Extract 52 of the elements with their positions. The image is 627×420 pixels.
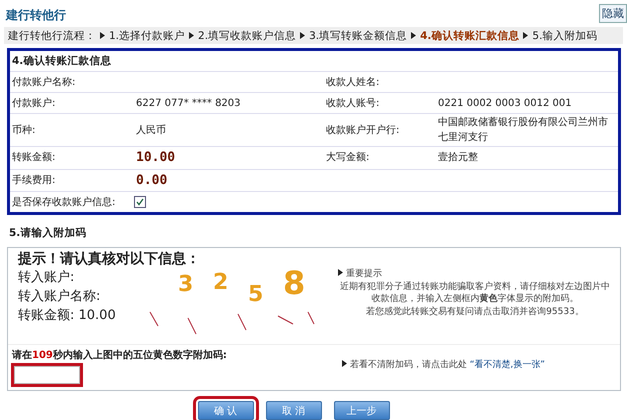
field-label: 付款账户: (11, 96, 56, 110)
captcha-heading: 提示！请认真核对以下信息： (18, 250, 200, 268)
field-label: 收款人姓名: (325, 76, 380, 90)
code-prompt: 请在109秒内输入上图中的五位黄色数字附加码: (12, 350, 227, 361)
step-item: 3.填写转账金额信息 (309, 28, 408, 43)
captcha-line: 转入账户: (18, 269, 74, 287)
section-title: 4.确认转账汇款信息 (11, 54, 112, 69)
section-title: 5.请输入附加码 (8, 226, 88, 241)
field-label: 币种: (11, 124, 36, 138)
field-label: 大写金额: (325, 150, 370, 166)
field-value: 0221 0002 0003 0012 001 (437, 96, 573, 110)
field-label: 转账金额: (11, 150, 56, 166)
field-value: 6227 077* **** 8203 (135, 96, 242, 110)
field-value: 中国邮政储蓄银行股份有限公司兰州市七里河支行 (437, 116, 609, 145)
notice-title: 重要提示 (346, 269, 382, 279)
arrow-icon (100, 32, 105, 40)
steps-label: 建行转他行流程： (8, 28, 96, 43)
step-item: 5.输入附加码 (532, 28, 598, 43)
field-value: 壹拾元整 (437, 150, 479, 166)
captcha-digit: 5 (248, 282, 264, 307)
field-label: 收款人账号: (325, 96, 380, 110)
field-label: 收款账户开户行: (325, 124, 400, 138)
refresh-hint: 若看不清附加码，请点击此处 (350, 360, 467, 370)
arrow-icon (189, 32, 194, 40)
arrow-icon (300, 32, 306, 40)
captcha-digit: 3 (178, 272, 194, 297)
back-button[interactable]: 上一步 (334, 401, 390, 420)
arrow-icon (411, 32, 416, 40)
cancel-button[interactable]: 取 消 (266, 401, 322, 420)
arrow-icon (342, 360, 347, 367)
save-checkbox[interactable] (134, 196, 146, 208)
amount-value: 10.00 (135, 149, 176, 167)
step-item: 1.选择付款账户 (109, 28, 186, 43)
captcha-line: 转账金额: 10.00 (18, 307, 116, 325)
page-title: 建行转他行 (6, 7, 66, 24)
code-input-field[interactable] (14, 366, 80, 384)
field-label: 是否保存收款账户信息: (11, 196, 116, 210)
step-item: 4.确认转账汇款信息 (420, 28, 520, 43)
arrow-icon (523, 32, 528, 40)
captcha-line: 转入账户名称: (18, 288, 100, 306)
captcha-digit: 2 (213, 270, 228, 295)
arrow-icon (338, 269, 343, 276)
refresh-link[interactable]: “看不清楚,换一张” (470, 360, 545, 370)
notice-text: 若您感觉此转账交易有疑问请点击取消并咨询95533。 (365, 306, 585, 318)
notice-text: 近期有犯罪分子通过转账功能骗取客户资料，请仔细核对左边图片中收款信息，并输入左侧框内黄色字体显示的附加码。 (339, 280, 611, 306)
field-value: 人民币 (135, 124, 167, 138)
field-label: 手续费用: (11, 174, 56, 188)
captcha-digit: 8 (283, 264, 306, 302)
field-label: 付款账户名称: (11, 76, 76, 90)
amount-value: 0.00 (135, 172, 168, 190)
hide-button[interactable]: 隐藏 (599, 4, 627, 23)
step-item: 2.填写收款账户信息 (198, 28, 296, 43)
